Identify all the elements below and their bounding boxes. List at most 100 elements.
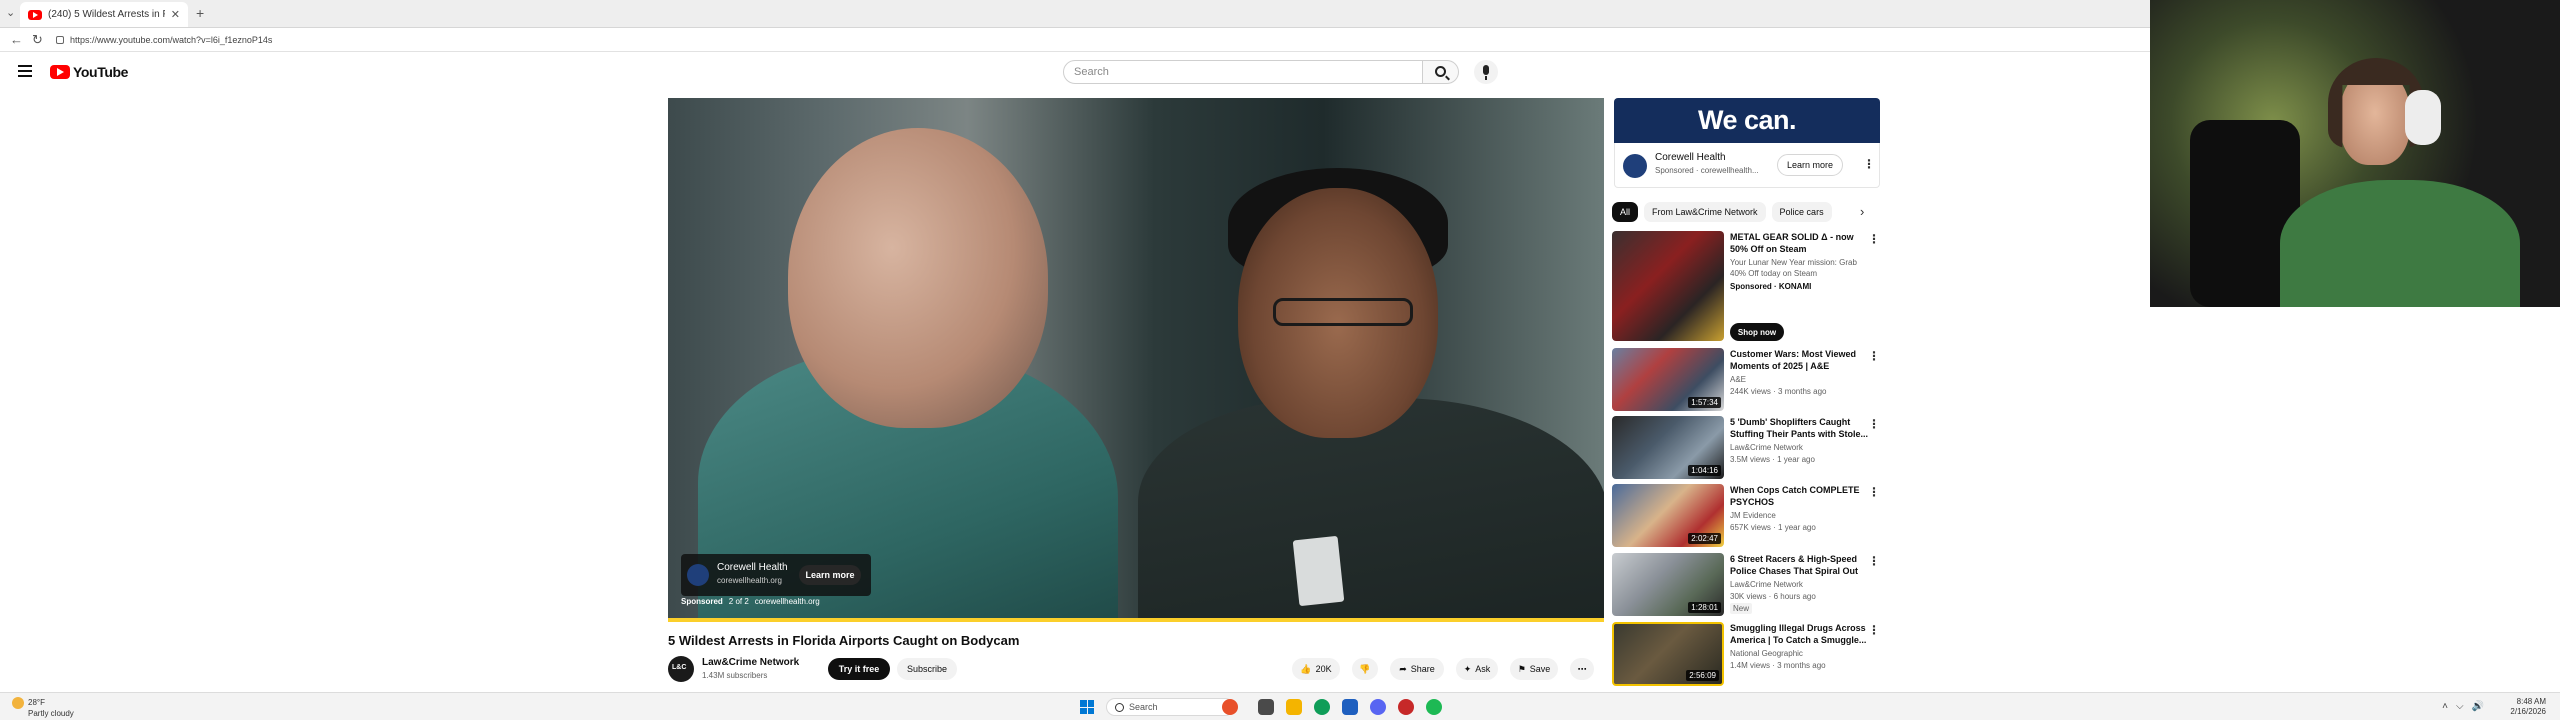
subscribe-button[interactable]: Subscribe: [897, 658, 957, 680]
channel-avatar[interactable]: [668, 656, 694, 682]
spotify-icon[interactable]: [1426, 699, 1442, 715]
video-frame: [668, 98, 1604, 622]
rec-item-sponsored[interactable]: METAL GEAR SOLID Δ - now 50% Off on Stea…: [1612, 231, 1882, 341]
rec-more-icon[interactable]: ⋮: [1868, 555, 1880, 567]
clock[interactable]: 8:48 AM 2/16/2026: [2510, 697, 2546, 717]
url-field[interactable]: https://www.youtube.com/watch?v=l6i_f1ez…: [56, 32, 616, 48]
ad-counter: 2 of 2: [728, 597, 749, 606]
rec-title[interactable]: When Cops Catch COMPLETE PSYCHOS: [1730, 484, 1868, 508]
rec-title[interactable]: Customer Wars: Most Viewed Moments of 20…: [1730, 348, 1868, 372]
rec-thumbnail[interactable]: [1612, 231, 1724, 341]
search-input[interactable]: Search: [1063, 60, 1423, 84]
shop-now-button[interactable]: Shop now: [1730, 323, 1784, 341]
weather-temp: 28°F: [28, 698, 45, 708]
video-title: 5 Wildest Arrests in Florida Airports Ca…: [668, 633, 1020, 648]
rec-thumbnail[interactable]: 2:02:47: [1612, 484, 1724, 547]
browser-tab-bar: ⌄ (240) 5 Wildest Arrests in Flo ✕ +: [0, 0, 2150, 28]
rec-item[interactable]: 1:57:34 Customer Wars: Most Viewed Momen…: [1612, 348, 1882, 413]
volume-icon[interactable]: 🔊: [2472, 701, 2484, 712]
rec-title[interactable]: METAL GEAR SOLID Δ - now 50% Off on Stea…: [1730, 231, 1868, 255]
headset-icon: [2405, 90, 2441, 145]
rec-channel[interactable]: Law&Crime Network: [1730, 442, 1803, 453]
rec-thumbnail[interactable]: 1:04:16: [1612, 416, 1724, 479]
rec-more-icon[interactable]: ⋮: [1868, 233, 1880, 245]
sidebar-learn-more-button[interactable]: Learn more: [1777, 154, 1843, 176]
taskbar-app-icon[interactable]: [1222, 699, 1238, 715]
taskbar-app-icon[interactable]: [1342, 699, 1358, 715]
try-it-free-button[interactable]: Try it free: [828, 658, 890, 680]
advertiser-name: Corewell Health: [717, 562, 788, 573]
ad-overlay-card[interactable]: Corewell Health corewellhealth.org Learn…: [681, 554, 871, 596]
rec-thumbnail[interactable]: 1:57:34: [1612, 348, 1724, 411]
tab-list-chevron-icon[interactable]: ⌄: [6, 6, 15, 19]
rec-views: 657K views · 1 year ago: [1730, 523, 1816, 532]
ad-sponsored-label: Sponsored: [681, 597, 723, 606]
rec-item[interactable]: 1:28:01 6 Street Racers & High-Speed Pol…: [1612, 553, 1882, 618]
rec-title[interactable]: 5 'Dumb' Shoplifters Caught Stuffing The…: [1730, 416, 1868, 440]
rec-thumbnail[interactable]: 1:28:01: [1612, 553, 1724, 616]
youtube-header: YouTube Search: [0, 52, 2150, 92]
ask-button[interactable]: ✦ Ask: [1456, 658, 1498, 680]
back-arrow-icon[interactable]: ←: [10, 32, 23, 47]
rec-more-icon[interactable]: ⋮: [1868, 350, 1880, 362]
advertiser-logo: [687, 564, 709, 586]
system-tray: ˄ ⌵ 🔊: [2442, 701, 2484, 712]
sidebar-ad-more-icon[interactable]: ⋮: [1863, 158, 1875, 170]
filter-chips: All From Law&Crime Network Police cars: [1612, 202, 1832, 224]
ad-status-domain[interactable]: corewellhealth.org: [755, 597, 820, 606]
search-button[interactable]: [1423, 60, 1459, 84]
tab-close-icon[interactable]: ✕: [171, 8, 180, 21]
search-icon: [1435, 66, 1446, 77]
new-tab-icon[interactable]: +: [196, 5, 204, 21]
rec-thumbnail[interactable]: 2:56:09: [1612, 622, 1724, 686]
rec-item[interactable]: 1:04:16 5 'Dumb' Shoplifters Caught Stuf…: [1612, 416, 1882, 481]
thumbs-up-icon: 👍: [1300, 663, 1312, 674]
start-icon[interactable]: [1080, 700, 1094, 714]
rec-channel[interactable]: A&E: [1730, 374, 1746, 385]
file-explorer-icon[interactable]: [1286, 699, 1302, 715]
share-button[interactable]: ➦ Share: [1390, 658, 1444, 680]
like-button[interactable]: 👍 20K: [1292, 658, 1340, 680]
wifi-icon[interactable]: ⌵: [2456, 701, 2464, 712]
ad-learn-more-button[interactable]: Learn more: [799, 565, 861, 585]
rec-item[interactable]: 2:02:47 When Cops Catch COMPLETE PSYCHOS…: [1612, 484, 1882, 549]
rec-more-icon[interactable]: ⋮: [1868, 418, 1880, 430]
tray-overflow-icon[interactable]: ˄: [2442, 701, 2448, 712]
channel-name[interactable]: Law&Crime Network: [702, 657, 799, 668]
sidebar-ad-banner[interactable]: We can.: [1614, 98, 1880, 143]
rec-title[interactable]: Smuggling Illegal Drugs Across America |…: [1730, 622, 1868, 646]
video-player[interactable]: Corewell Health corewellhealth.org Learn…: [668, 98, 1604, 622]
chip-all[interactable]: All: [1612, 202, 1639, 222]
rec-more-icon[interactable]: ⋮: [1868, 486, 1880, 498]
chrome-icon[interactable]: [1314, 699, 1330, 715]
rec-channel[interactable]: National Geographic: [1730, 648, 1803, 659]
chips-next-icon[interactable]: ›: [1860, 204, 1864, 219]
voice-search-icon[interactable]: [1474, 60, 1498, 84]
rec-more-icon[interactable]: ⋮: [1868, 624, 1880, 636]
taskbar-app-icon[interactable]: [1398, 699, 1414, 715]
discord-icon[interactable]: [1370, 699, 1386, 715]
refresh-icon[interactable]: ↻: [32, 32, 43, 48]
rec-title[interactable]: 6 Street Racers & High-Speed Police Chas…: [1730, 553, 1868, 577]
weather-icon: [12, 697, 24, 709]
share-icon: ➦: [1399, 663, 1407, 674]
task-view-icon[interactable]: [1258, 699, 1274, 715]
taskbar-search[interactable]: Search: [1106, 698, 1234, 716]
save-button[interactable]: ⚑ Save: [1510, 658, 1558, 680]
chip-police-cars[interactable]: Police cars: [1771, 202, 1832, 222]
weather-widget[interactable]: 28°F Partly cloudy: [12, 697, 74, 719]
menu-icon[interactable]: [18, 65, 32, 77]
rec-item[interactable]: 2:56:09 Smuggling Illegal Drugs Across A…: [1612, 622, 1882, 687]
rec-channel[interactable]: Law&Crime Network: [1730, 579, 1803, 590]
rec-channel[interactable]: JM Evidence: [1730, 510, 1776, 521]
rec-views: 3.5M views · 1 year ago: [1730, 455, 1815, 464]
thumbs-down-icon: 👎: [1359, 663, 1371, 674]
youtube-logo[interactable]: YouTube: [50, 64, 128, 80]
site-info-icon[interactable]: [56, 36, 64, 44]
browser-tab[interactable]: (240) 5 Wildest Arrests in Flo ✕: [20, 2, 188, 27]
chip-from-channel[interactable]: From Law&Crime Network: [1644, 202, 1766, 222]
rec-meta-line: Your Lunar New Year mission: Grab: [1730, 258, 1857, 267]
dislike-button[interactable]: 👎: [1352, 658, 1378, 680]
ad-progress-bar[interactable]: [668, 618, 1604, 622]
more-actions-icon[interactable]: ⋯: [1570, 658, 1594, 680]
